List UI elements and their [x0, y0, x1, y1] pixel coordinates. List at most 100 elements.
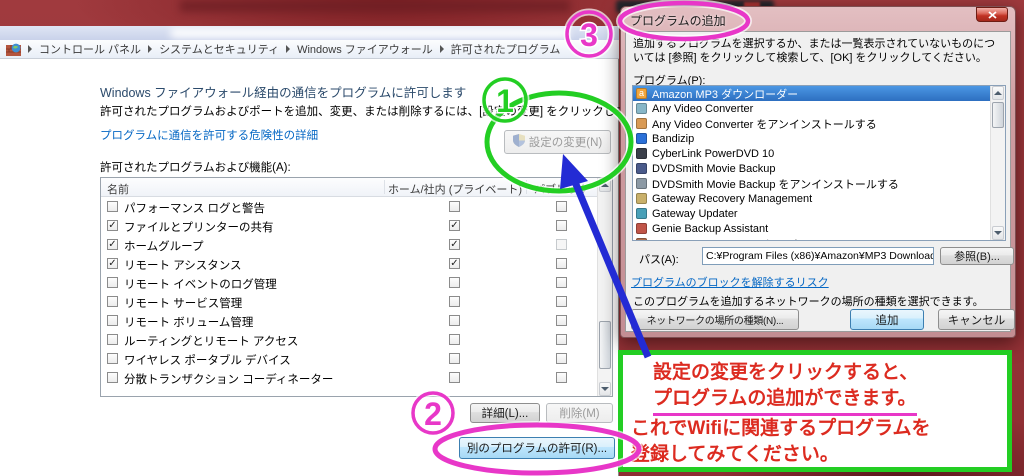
- program-icon: [636, 193, 647, 204]
- table-row[interactable]: ワイヤレス ポータブル デバイス: [101, 349, 597, 368]
- close-icon[interactable]: [976, 7, 1008, 22]
- column-public[interactable]: パブリック: [526, 181, 597, 197]
- table-row[interactable]: ✓ ファイルとプリンターの共有 ✓: [101, 216, 597, 235]
- firewall-icon: [6, 43, 21, 56]
- list-item[interactable]: Any Video Converter: [633, 101, 1005, 116]
- scroll-up-icon[interactable]: [992, 86, 1004, 100]
- column-name[interactable]: 名前: [107, 181, 129, 197]
- program-enabled-checkbox[interactable]: ✓: [107, 220, 118, 231]
- list-item[interactable]: GENIE BACKUP アンインストール: [633, 236, 1005, 241]
- program-name: ファイルとプリンターの共有: [124, 222, 274, 234]
- home-network-checkbox[interactable]: [449, 334, 460, 345]
- scroll-up-icon[interactable]: [599, 178, 611, 192]
- table-row[interactable]: 分散トランザクション コーディネーター: [101, 368, 597, 387]
- program-name: Gateway Recovery Management: [652, 192, 813, 205]
- note-line-3: これでWifiに関連するプログラムを: [631, 418, 931, 439]
- risk-details-link[interactable]: プログラムに通信を許可する危険性の詳細: [100, 127, 318, 143]
- program-enabled-checkbox[interactable]: [107, 372, 118, 383]
- home-network-checkbox[interactable]: ✓: [449, 239, 460, 250]
- program-icon: [636, 163, 647, 174]
- public-network-checkbox[interactable]: [556, 239, 567, 250]
- list-item[interactable]: CyberLink PowerDVD 10: [633, 146, 1005, 161]
- public-network-checkbox[interactable]: [556, 201, 567, 212]
- allow-another-program-button[interactable]: 別のプログラムの許可(R)...: [459, 437, 615, 459]
- program-icon: [636, 103, 647, 114]
- allowed-programs-list: 名前 ホーム/社内 (プライベート) パブリック パフォーマンス ログと警告 ✓ フ…: [100, 177, 613, 397]
- public-network-checkbox[interactable]: [556, 220, 567, 231]
- home-network-checkbox[interactable]: [449, 201, 460, 212]
- program-enabled-checkbox[interactable]: [107, 353, 118, 364]
- breadcrumb-control-panel[interactable]: コントロール パネル: [39, 41, 141, 57]
- program-enabled-checkbox[interactable]: [107, 201, 118, 212]
- table-row[interactable]: リモート イベントのログ管理: [101, 273, 597, 292]
- list-scrollbar[interactable]: [597, 178, 612, 396]
- table-row[interactable]: ✓ リモート アシスタンス ✓: [101, 254, 597, 273]
- chevron-right-icon: [286, 45, 291, 53]
- program-name: リモート ボリューム管理: [124, 317, 254, 329]
- scroll-down-icon[interactable]: [599, 382, 611, 396]
- table-row[interactable]: パフォーマンス ログと警告: [101, 197, 597, 216]
- annotation-note-box: 設定の変更をクリックすると、 プログラムの追加ができます。 これでWifiに関連…: [618, 350, 1012, 472]
- program-enabled-checkbox[interactable]: ✓: [107, 258, 118, 269]
- list-item[interactable]: Gateway Updater: [633, 206, 1005, 221]
- browse-button[interactable]: 参照(B)...: [940, 247, 1014, 265]
- scrollbar-thumb[interactable]: [992, 102, 1004, 128]
- public-network-checkbox[interactable]: [556, 372, 567, 383]
- breadcrumb-windows-firewall[interactable]: Windows ファイアウォール: [297, 41, 433, 57]
- change-settings-button[interactable]: 設定の変更(N): [504, 130, 611, 154]
- list-item[interactable]: Any Video Converter をアンインストールする: [633, 116, 1005, 131]
- program-name: ホームグループ: [124, 241, 204, 253]
- home-network-checkbox[interactable]: ✓: [449, 258, 460, 269]
- list-item[interactable]: Genie Backup Assistant: [633, 221, 1005, 236]
- public-network-checkbox[interactable]: [556, 296, 567, 307]
- public-network-checkbox[interactable]: [556, 258, 567, 269]
- home-network-checkbox[interactable]: [449, 296, 460, 307]
- program-enabled-checkbox[interactable]: [107, 315, 118, 326]
- table-row[interactable]: リモート サービス管理: [101, 292, 597, 311]
- public-network-checkbox[interactable]: [556, 334, 567, 345]
- remove-button[interactable]: 削除(M): [546, 403, 613, 423]
- column-home-private[interactable]: ホーム/社内 (プライベート): [384, 181, 526, 197]
- program-enabled-checkbox[interactable]: ✓: [107, 239, 118, 250]
- page-description: 許可されたプログラムおよびポートを追加、変更、または削除するには、[設定の変更]…: [100, 106, 649, 118]
- scrollbar-thumb[interactable]: [599, 321, 611, 369]
- program-name: Gateway Updater: [652, 207, 738, 220]
- home-network-checkbox[interactable]: [449, 277, 460, 288]
- list-header: 名前 ホーム/社内 (プライベート) パブリック: [101, 178, 597, 197]
- program-enabled-checkbox[interactable]: [107, 334, 118, 345]
- list-item[interactable]: DVDSmith Movie Backup: [633, 161, 1005, 176]
- public-network-checkbox[interactable]: [556, 315, 567, 326]
- scroll-down-icon[interactable]: [992, 226, 1004, 240]
- program-list-scrollbar[interactable]: [990, 86, 1005, 240]
- home-network-checkbox[interactable]: [449, 372, 460, 383]
- home-network-checkbox[interactable]: [449, 315, 460, 326]
- unblock-risk-link[interactable]: プログラムのブロックを解除するリスク: [631, 274, 829, 290]
- add-button[interactable]: 追加: [850, 309, 924, 330]
- details-button[interactable]: 詳細(L)...: [470, 403, 540, 423]
- program-enabled-checkbox[interactable]: [107, 296, 118, 307]
- list-item[interactable]: a Amazon MP3 ダウンローダー: [633, 86, 1005, 101]
- breadcrumb-allowed-programs[interactable]: 許可されたプログラム: [451, 41, 561, 57]
- table-row[interactable]: ルーティングとリモート アクセス: [101, 330, 597, 349]
- breadcrumb-system-security[interactable]: システムとセキュリティ: [159, 41, 279, 57]
- allowed-programs-label: 許可されたプログラムおよび機能(A):: [100, 162, 291, 174]
- program-icon: [636, 118, 647, 129]
- list-item[interactable]: DVDSmith Movie Backup をアンインストールする: [633, 176, 1005, 191]
- program-name: パフォーマンス ログと警告: [124, 203, 265, 215]
- program-icon: [636, 208, 647, 219]
- public-network-checkbox[interactable]: [556, 353, 567, 364]
- list-item[interactable]: Gateway Recovery Management: [633, 191, 1005, 206]
- home-network-checkbox[interactable]: [449, 353, 460, 364]
- public-network-checkbox[interactable]: [556, 277, 567, 288]
- program-enabled-checkbox[interactable]: [107, 277, 118, 288]
- table-row[interactable]: リモート ボリューム管理: [101, 311, 597, 330]
- add-program-dialog: プログラムの追加 追加するプログラムを選択するか、または一覧表示されていないもの…: [620, 6, 1016, 338]
- home-network-checkbox[interactable]: ✓: [449, 220, 460, 231]
- path-input[interactable]: C:¥Program Files (x86)¥Amazon¥MP3 Downlo…: [702, 247, 934, 265]
- program-name: GENIE BACKUP アンインストール: [652, 236, 825, 241]
- breadcrumb: コントロール パネル システムとセキュリティ Windows ファイアウォール …: [0, 40, 619, 59]
- table-row[interactable]: ✓ ホームグループ ✓: [101, 235, 597, 254]
- list-item[interactable]: Bandizip: [633, 131, 1005, 146]
- network-location-types-button[interactable]: ネットワークの場所の種類(N)...: [631, 309, 799, 330]
- cancel-button[interactable]: キャンセル: [938, 309, 1015, 330]
